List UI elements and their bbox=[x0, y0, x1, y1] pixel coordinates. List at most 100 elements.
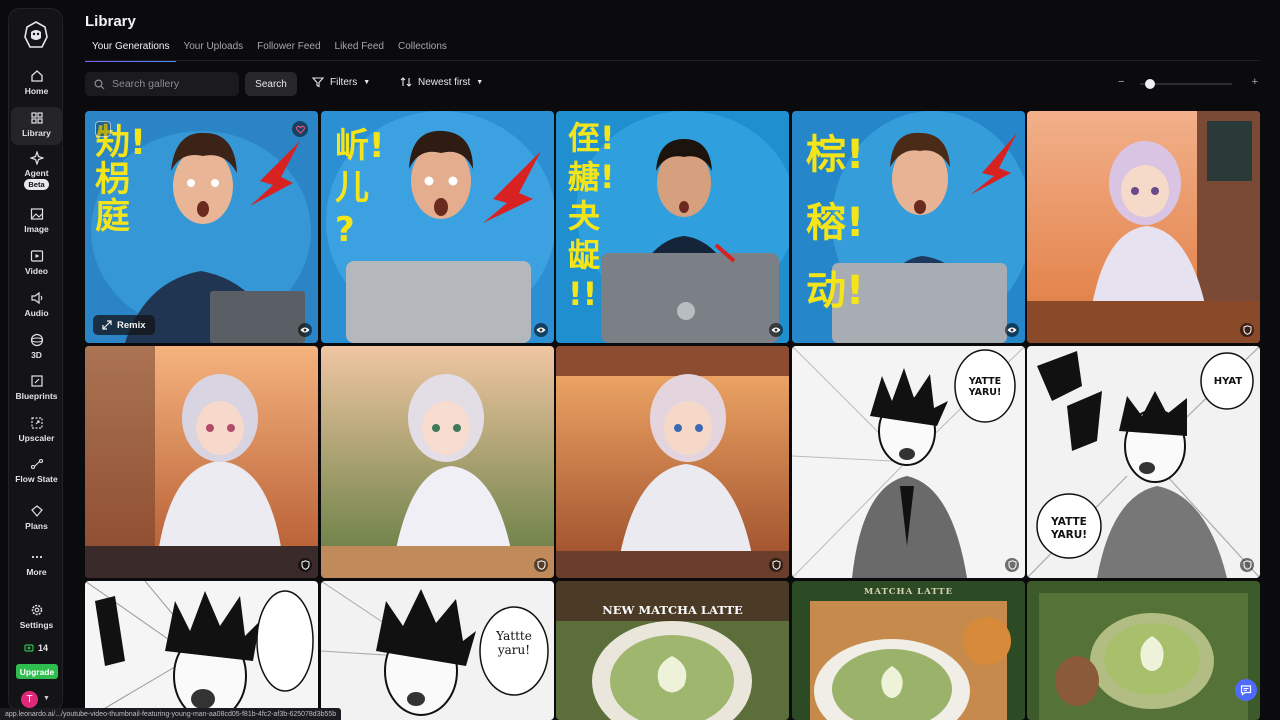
zoom-out-button[interactable]: − bbox=[1118, 76, 1124, 88]
like-button[interactable] bbox=[292, 121, 308, 137]
gallery-item[interactable]: YATTE YARU! bbox=[792, 346, 1025, 578]
chevron-down-icon: ▼ bbox=[476, 78, 484, 86]
gallery-item[interactable]: 侄! 赯! 夬龊!! bbox=[556, 111, 789, 343]
sidebar-item-video[interactable]: Video bbox=[11, 245, 62, 283]
shield-icon bbox=[301, 560, 309, 570]
sort-icon bbox=[400, 77, 412, 87]
sort-label: Newest first bbox=[418, 76, 471, 88]
visibility-button[interactable] bbox=[769, 323, 783, 337]
sidebar-item-label: Flow State bbox=[15, 474, 58, 484]
sidebar: Home Library Agent Beta Image Video Audi… bbox=[8, 8, 63, 712]
sort-dropdown[interactable]: Newest first ▼ bbox=[400, 76, 483, 88]
shield-icon bbox=[1243, 325, 1251, 335]
sidebar-item-agent[interactable]: Agent Beta bbox=[11, 147, 62, 197]
sidebar-item-upscaler[interactable]: Upscaler bbox=[11, 412, 62, 450]
gallery-item[interactable] bbox=[556, 346, 789, 578]
privacy-button[interactable] bbox=[298, 558, 312, 572]
tab-liked-feed[interactable]: Liked Feed bbox=[328, 39, 391, 62]
chevron-down-icon: ▼ bbox=[363, 78, 371, 86]
eye-icon bbox=[536, 327, 546, 333]
image-icon bbox=[30, 208, 43, 220]
leonardo-logo-icon[interactable] bbox=[23, 21, 49, 49]
leonardo-app: Home Library Agent Beta Image Video Audi… bbox=[0, 0, 1280, 720]
zoom-thumb[interactable] bbox=[1144, 79, 1155, 89]
home-icon bbox=[30, 70, 43, 82]
gallery-item[interactable]: 岓! 儿? bbox=[321, 111, 554, 343]
gallery-item[interactable]: MATCHA LATTE bbox=[792, 581, 1025, 720]
gallery-item[interactable] bbox=[85, 581, 318, 720]
sidebar-item-home[interactable]: Home bbox=[11, 65, 62, 103]
filters-dropdown[interactable]: Filters ▼ bbox=[312, 76, 370, 88]
settings-label: Settings bbox=[19, 620, 54, 630]
chat-icon bbox=[1240, 685, 1252, 696]
tab-collections[interactable]: Collections bbox=[391, 39, 454, 62]
privacy-button[interactable] bbox=[1005, 558, 1019, 572]
select-checkbox[interactable] bbox=[95, 121, 111, 137]
generated-image bbox=[792, 581, 1025, 720]
sidebar-item-blueprints[interactable]: Blueprints bbox=[11, 370, 62, 408]
sidebar-item-flow-state[interactable]: Flow State bbox=[11, 453, 62, 491]
zoom-in-button[interactable]: + bbox=[1252, 76, 1258, 88]
sidebar-item-label: Agent bbox=[24, 168, 49, 178]
speech-bubble-text: YATTE YARU! bbox=[1050, 516, 1088, 541]
sidebar-item-label: Audio bbox=[24, 308, 49, 318]
tab-your-uploads[interactable]: Your Uploads bbox=[176, 39, 250, 62]
eye-icon bbox=[771, 327, 781, 333]
plans-icon bbox=[30, 505, 43, 517]
gallery-item[interactable] bbox=[321, 346, 554, 578]
gallery-item[interactable] bbox=[85, 346, 318, 578]
generated-image bbox=[1027, 581, 1260, 720]
library-icon bbox=[30, 112, 43, 124]
agent-icon bbox=[29, 151, 44, 165]
chevron-down-icon[interactable]: ▼ bbox=[43, 695, 50, 702]
shield-icon bbox=[772, 560, 780, 570]
search-box bbox=[85, 72, 239, 96]
sidebar-item-label: Upscaler bbox=[18, 433, 55, 443]
heart-icon bbox=[295, 125, 305, 134]
search-button[interactable]: Search bbox=[245, 72, 297, 96]
privacy-button[interactable] bbox=[1240, 323, 1254, 337]
gallery-item[interactable]: 劮! 枴庭 Remix bbox=[85, 111, 318, 343]
gallery-item[interactable]: Yattte yaru! bbox=[321, 581, 554, 720]
remix-icon bbox=[102, 320, 112, 330]
settings-button[interactable]: Settings bbox=[11, 599, 62, 637]
upgrade-button[interactable]: Upgrade bbox=[16, 664, 58, 679]
avatar[interactable]: T bbox=[21, 691, 38, 708]
zoom-slider[interactable]: − + bbox=[1118, 76, 1258, 92]
privacy-button[interactable] bbox=[769, 558, 783, 572]
sidebar-item-label: Blueprints bbox=[15, 391, 58, 401]
sidebar-item-label: Home bbox=[24, 86, 49, 96]
privacy-button[interactable] bbox=[1240, 558, 1254, 572]
shield-icon bbox=[537, 560, 545, 570]
sidebar-item-3d[interactable]: 3D bbox=[11, 329, 62, 367]
generated-image bbox=[85, 346, 318, 578]
sidebar-item-more[interactable]: More bbox=[11, 546, 62, 584]
remix-button[interactable]: Remix bbox=[93, 315, 155, 335]
visibility-button[interactable] bbox=[298, 323, 312, 337]
generated-image bbox=[556, 581, 789, 720]
speech-bubble-text: HYAT bbox=[1213, 376, 1243, 387]
visibility-button[interactable] bbox=[534, 323, 548, 337]
sidebar-item-label: More bbox=[26, 567, 47, 577]
gallery-item[interactable]: NEW MATCHA LATTE bbox=[556, 581, 789, 720]
sidebar-item-library[interactable]: Library bbox=[11, 107, 62, 145]
status-url: app.leonardo.ai/.../youtube-video-thumbn… bbox=[0, 708, 342, 720]
tab-follower-feed[interactable]: Follower Feed bbox=[250, 39, 327, 62]
generated-image bbox=[556, 346, 789, 578]
tab-your-generations[interactable]: Your Generations bbox=[85, 39, 177, 62]
search-input[interactable] bbox=[112, 78, 232, 90]
privacy-button[interactable] bbox=[534, 558, 548, 572]
tile-overlay-text: 劮! 枴庭 bbox=[95, 123, 146, 237]
gallery-item[interactable]: HYAT YATTE YARU! bbox=[1027, 346, 1260, 578]
sidebar-item-image[interactable]: Image bbox=[11, 203, 62, 241]
sidebar-item-plans[interactable]: Plans bbox=[11, 500, 62, 538]
gallery-item[interactable] bbox=[1027, 581, 1260, 720]
gallery-item[interactable]: 棕! 穃! 动! bbox=[792, 111, 1025, 343]
filter-icon bbox=[312, 77, 324, 88]
visibility-button[interactable] bbox=[1005, 323, 1019, 337]
gallery-item[interactable] bbox=[1027, 111, 1260, 343]
sidebar-item-audio[interactable]: Audio bbox=[11, 287, 62, 325]
sidebar-item-label: Library bbox=[22, 128, 51, 138]
speech-bubble-text: Yattte yaru! bbox=[496, 629, 532, 657]
chat-support-button[interactable] bbox=[1235, 679, 1257, 701]
